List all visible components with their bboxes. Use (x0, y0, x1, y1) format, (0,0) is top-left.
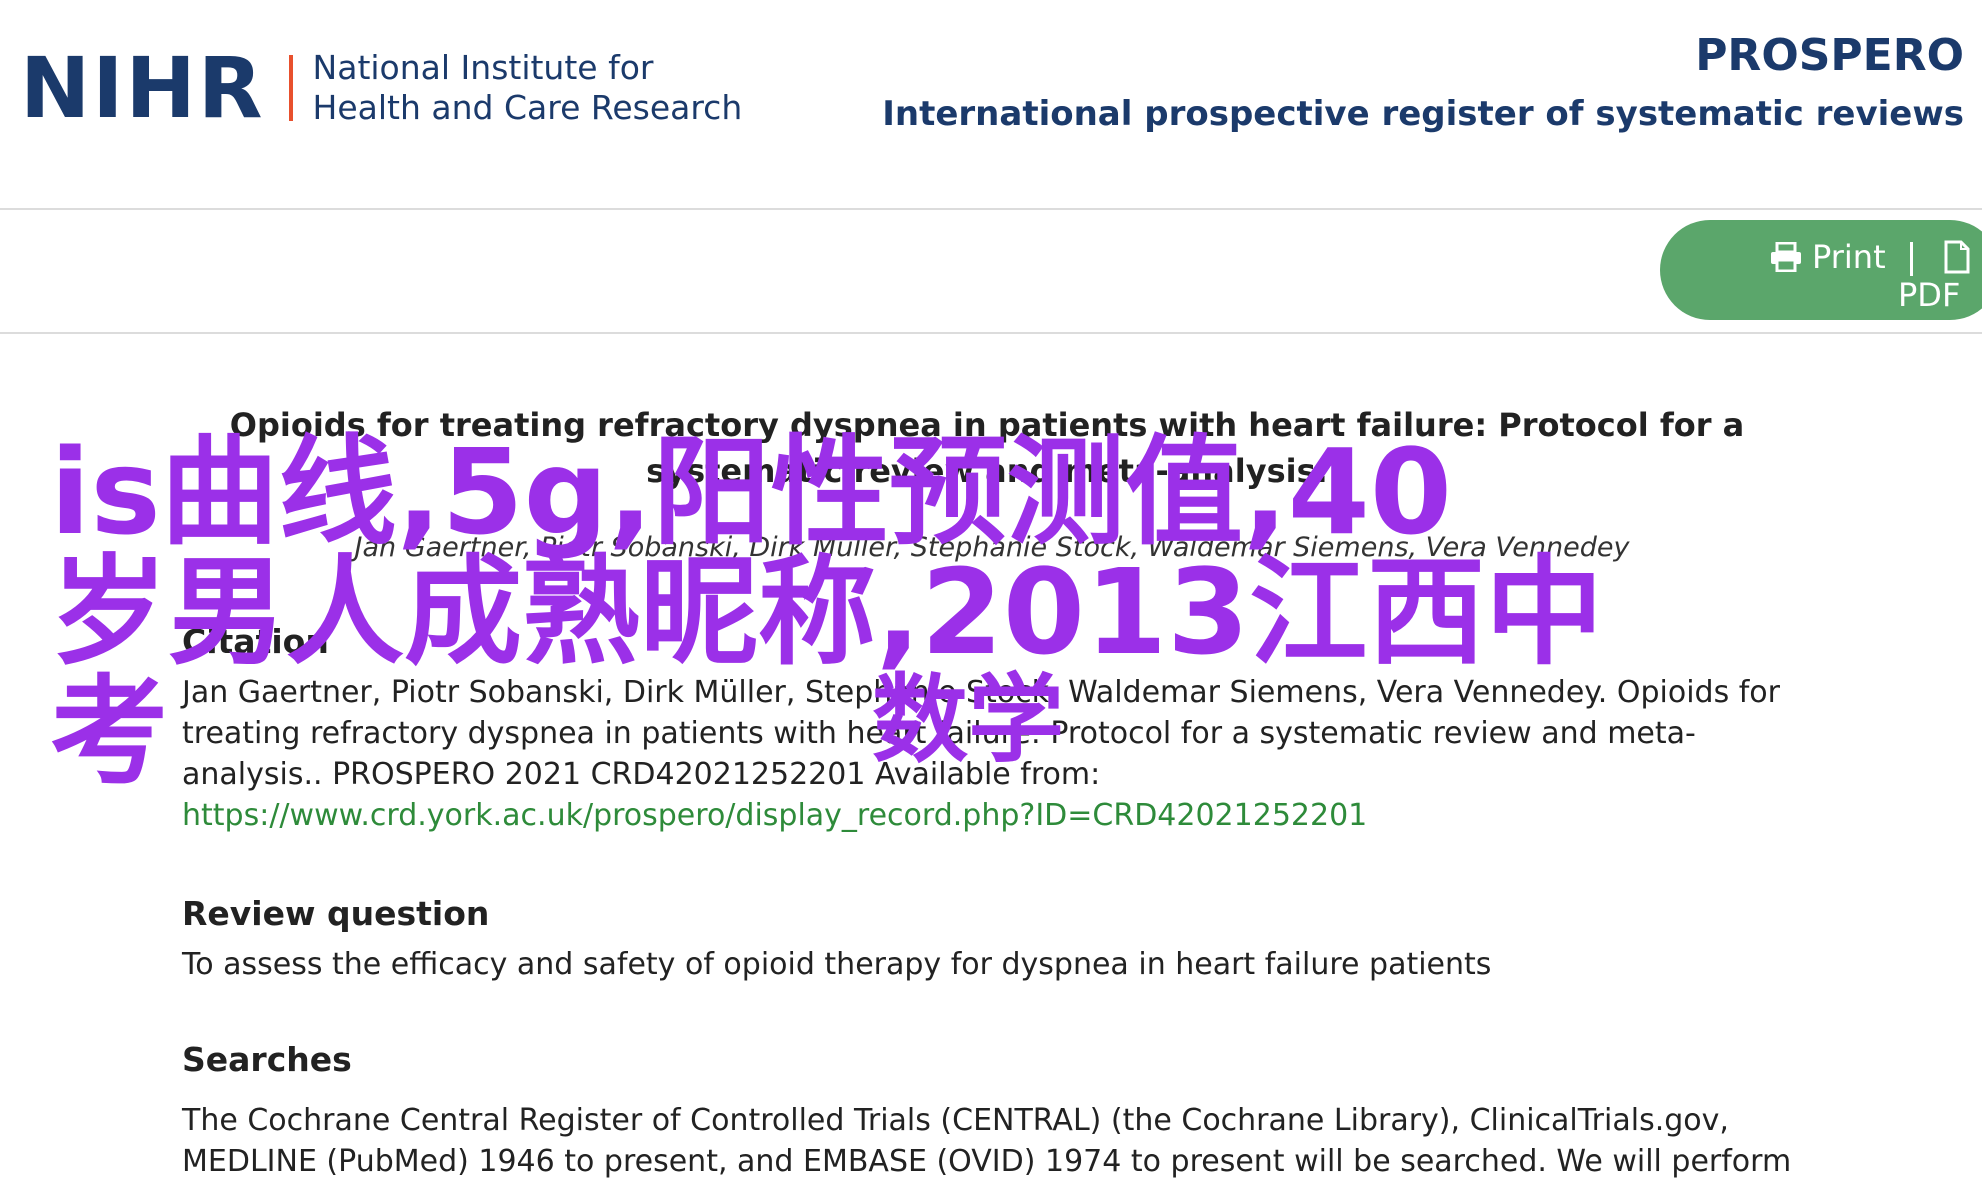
citation-text: Jan Gaertner, Piotr Sobanski, Dirk Mülle… (182, 672, 1792, 836)
review-question-heading: Review question (182, 894, 490, 933)
site-subtitle: International prospective register of sy… (882, 94, 1964, 134)
searches-text: The Cochrane Central Register of Control… (182, 1103, 1792, 1179)
logo-divider (288, 55, 293, 121)
site-title[interactable]: PROSPERO (1695, 30, 1964, 81)
citation-body: Jan Gaertner, Piotr Sobanski, Dirk Mülle… (182, 675, 1780, 792)
printer-icon (1771, 242, 1801, 272)
toolbar-divider (1910, 242, 1913, 276)
record-title: Opioids for treating refractory dyspnea … (229, 406, 1745, 490)
record-authors: Jan Gaertner, Piotr Sobanski, Dirk Mülle… (354, 532, 1630, 563)
print-pdf-pill: Print PDF (1660, 220, 1982, 320)
review-question-text: To assess the efficacy and safety of opi… (182, 947, 1492, 982)
print-label: Print (1812, 238, 1886, 276)
citation-heading: Citation (182, 622, 329, 661)
nihr-logo-text: National Institute for Health and Care R… (313, 48, 743, 128)
nihr-logo[interactable]: NIHR National Institute for Health and C… (20, 38, 742, 138)
print-button[interactable]: Print (1770, 238, 1886, 276)
logo-text-line1: National Institute for (312, 48, 654, 87)
citation-link[interactable]: https://www.crd.york.ac.uk/prospero/disp… (182, 798, 1367, 833)
searches-heading: Searches (182, 1040, 352, 1079)
record-toolbar: Print PDF (0, 210, 1982, 334)
nihr-logo-mark: NIHR (20, 39, 265, 137)
site-header: NIHR National Institute for Health and C… (0, 0, 1982, 210)
pdf-button[interactable]: PDF (1898, 276, 1960, 314)
logo-text-line2: Health and Care Research (312, 88, 743, 127)
